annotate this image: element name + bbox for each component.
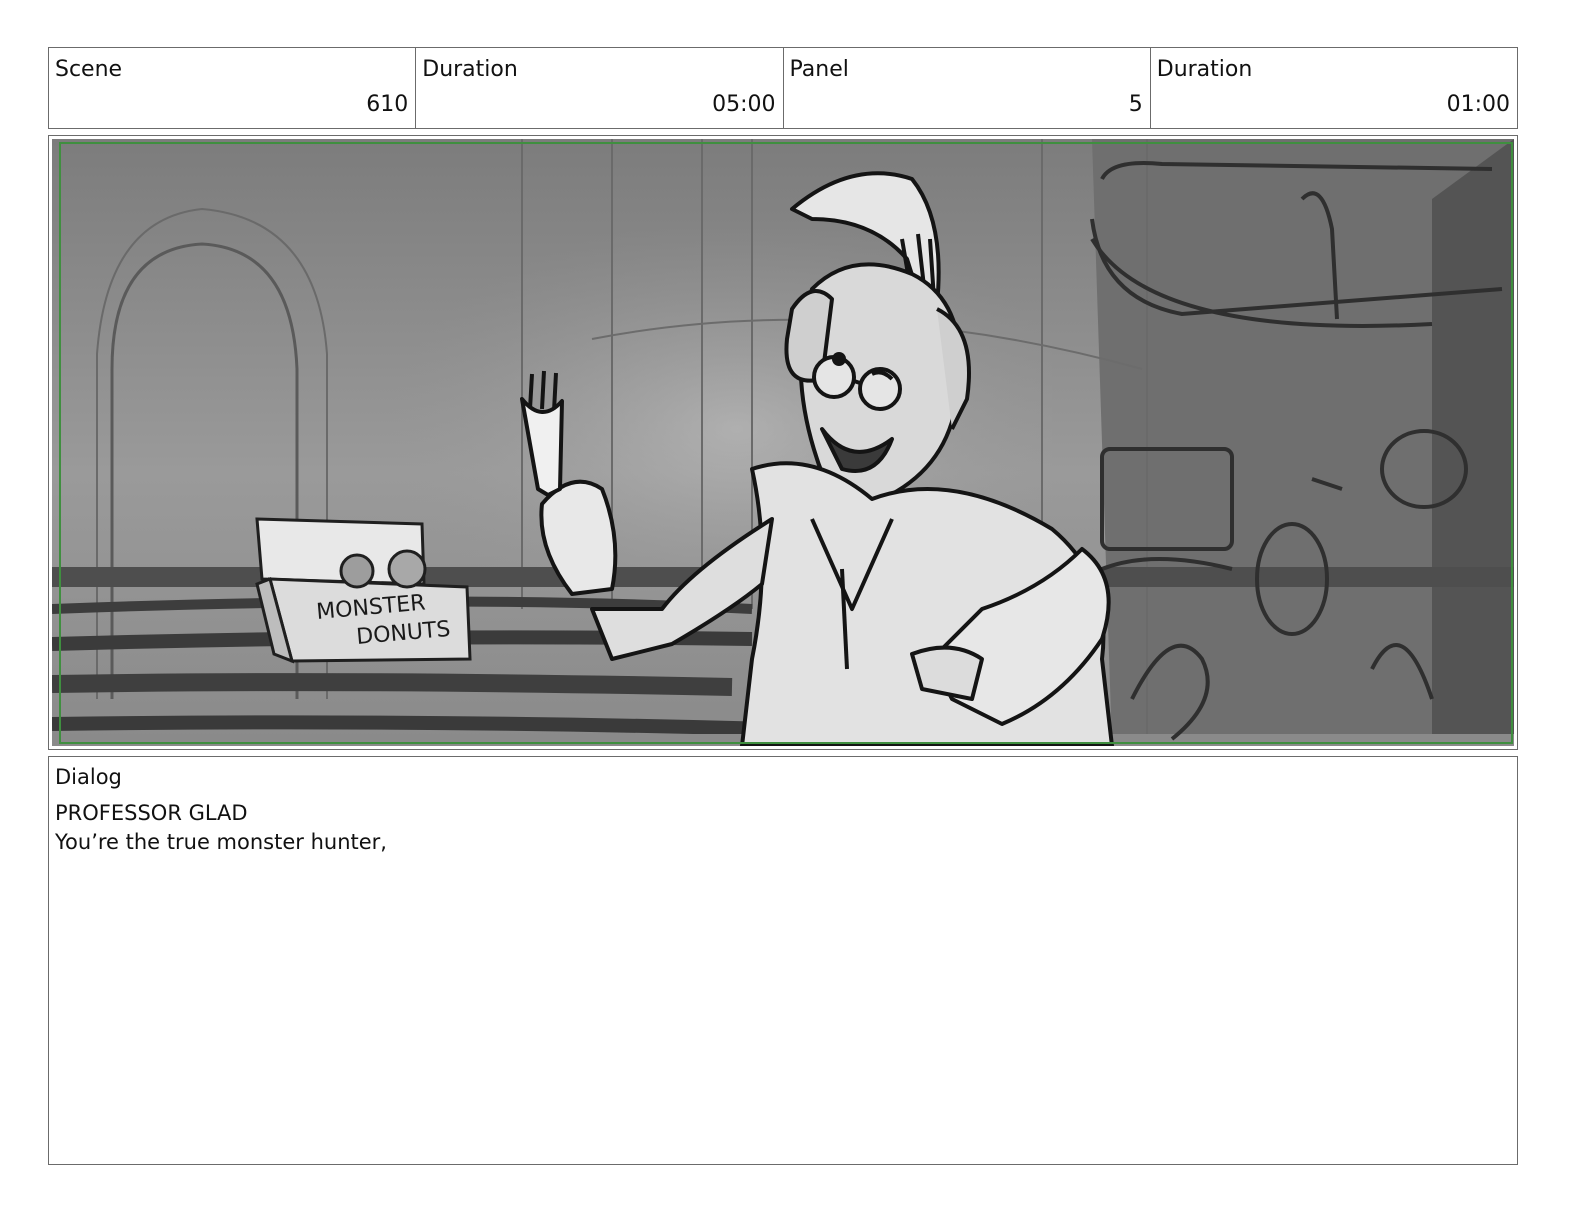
scene-duration-value: 05:00: [712, 92, 776, 117]
dialog-box: Dialog PROFESSOR GLAD You’re the true mo…: [48, 756, 1518, 1165]
panel-duration-value: 01:00: [1446, 92, 1510, 117]
scene-cell: Scene 610: [49, 48, 417, 128]
scene-value: 610: [366, 92, 409, 117]
storyboard-sketch-image: MONSTER DONUTS: [52, 139, 1514, 746]
dialog-speaker: PROFESSOR GLAD: [55, 801, 248, 825]
dialog-label: Dialog: [55, 765, 122, 789]
storyboard-panel-frame: MONSTER DONUTS: [48, 135, 1518, 750]
scene-duration-label: Duration: [422, 57, 518, 82]
panel-value: 5: [1128, 92, 1143, 117]
panel-info-header: Scene 610 Duration 05:00 Panel 5 Duratio…: [48, 47, 1518, 129]
panel-duration-label: Duration: [1156, 57, 1253, 82]
panel-label: Panel: [789, 57, 849, 82]
scene-label: Scene: [55, 57, 123, 82]
panel-duration-cell: Duration 01:00: [1151, 48, 1517, 128]
panel-cell: Panel 5: [784, 48, 1151, 128]
scene-duration-cell: Duration 05:00: [416, 48, 784, 128]
dialog-line: You’re the true monster hunter,: [55, 830, 387, 854]
